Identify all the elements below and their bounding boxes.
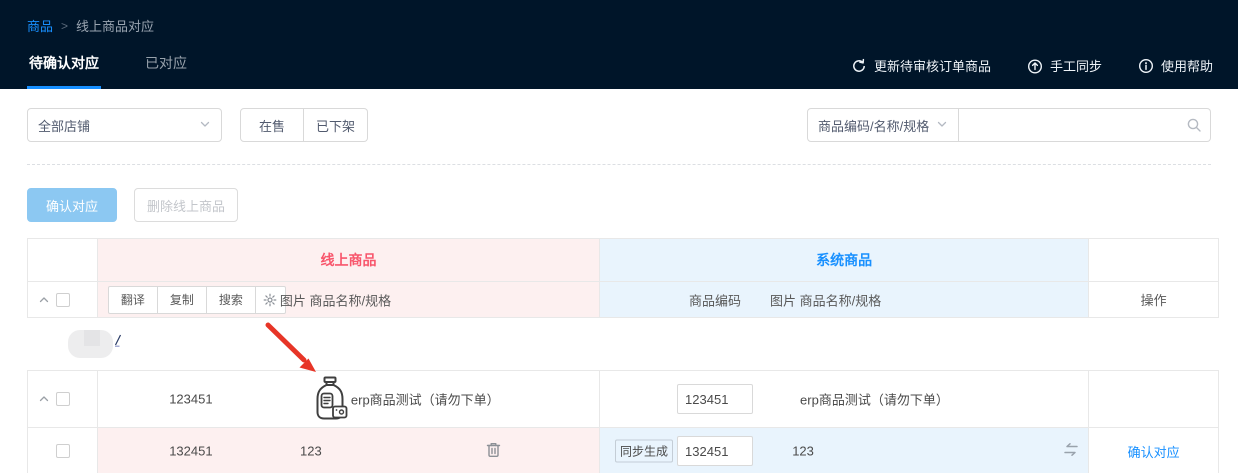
table-row: 123451 <box>28 371 1218 427</box>
search-icon[interactable] <box>1186 117 1202 136</box>
table-body: 123451 <box>27 370 1219 473</box>
search-area: 商品编码/名称/规格 <box>807 108 1211 142</box>
shop-name-fragment <box>113 334 123 351</box>
search-input[interactable] <box>959 108 1211 142</box>
system-product-name: erp商品测试（请勿下单） <box>800 390 949 409</box>
system-code-input[interactable] <box>677 436 753 466</box>
row1-operation-cell <box>1089 371 1218 427</box>
search-field-select[interactable]: 商品编码/名称/规格 <box>807 108 959 142</box>
breadcrumb-separator: > <box>61 19 68 33</box>
help-button[interactable]: 使用帮助 <box>1138 56 1213 75</box>
product-bottle-image-icon[interactable] <box>312 376 348 425</box>
operation-group-header <box>1089 239 1218 281</box>
chevron-down-icon <box>199 118 211 133</box>
collapse-caret-icon[interactable] <box>39 295 49 305</box>
online-product-group-header: 线上商品 <box>98 239 600 281</box>
table-row: 132451 123 同步生成 123 <box>28 427 1218 473</box>
system-product-name: 123 <box>763 444 843 459</box>
breadcrumb-current: 线上商品对应 <box>76 16 154 35</box>
shop-select[interactable]: 全部店铺 <box>27 108 222 142</box>
row2-checkbox[interactable] <box>56 444 70 458</box>
top-navbar: 商品 > 线上商品对应 待确认对应 已对应 更新待审核订单商品 <box>0 0 1238 89</box>
online-group-title: 线上商品 <box>98 239 599 281</box>
select-column-header <box>28 239 98 281</box>
system-code-label: 商品编码 <box>677 290 753 309</box>
row2-system-cell: 同步生成 123 <box>600 428 1089 473</box>
row1-checkbox[interactable] <box>56 392 70 406</box>
system-group-title: 系统商品 <box>600 239 1088 281</box>
confirm-mapping-button[interactable]: 确认对应 <box>27 188 117 222</box>
system-product-group-header: 系统商品 <box>600 239 1089 281</box>
online-product-code: 123451 <box>141 392 241 407</box>
operation-sub-header: 操作 <box>1089 282 1218 317</box>
shop-group-row <box>0 318 1238 370</box>
system-sub-header: 商品编码 图片 商品名称/规格 <box>600 282 1089 317</box>
refresh-icon <box>851 58 867 74</box>
operation-label: 操作 <box>1089 282 1218 317</box>
update-pending-label: 更新待审核订单商品 <box>874 56 991 75</box>
online-sub-header: 翻译 复制 搜索 图片 商品名称/规格 <box>98 282 600 317</box>
translate-button[interactable]: 翻译 <box>108 286 158 314</box>
system-code-input[interactable] <box>677 384 753 414</box>
breadcrumb: 商品 > 线上商品对应 <box>27 16 154 35</box>
table-header: 线上商品 系统商品 翻译 复制 搜索 <box>27 238 1219 318</box>
row2-online-cell: 132451 123 <box>98 428 600 473</box>
row1-system-cell: erp商品测试（请勿下单） <box>600 371 1089 427</box>
update-pending-order-products-button[interactable]: 更新待审核订单商品 <box>851 56 991 75</box>
chevron-down-icon <box>936 118 948 133</box>
sub-header-row: 翻译 复制 搜索 图片 商品名称/规格 商品编码 <box>28 281 1218 317</box>
filter-bar: 全部店铺 在售 已下架 商品编码/名称/规格 <box>0 89 1238 150</box>
select-all-cell <box>28 282 98 317</box>
row2-select-cell <box>28 428 98 473</box>
delete-trash-icon[interactable] <box>486 442 501 461</box>
info-icon <box>1138 58 1154 74</box>
confirm-mapping-link[interactable]: 确认对应 <box>1128 442 1180 461</box>
tab-bar: 待确认对应 已对应 <box>27 53 189 89</box>
row2-operation-cell: 确认对应 <box>1089 428 1218 473</box>
sync-generated-tag: 同步生成 <box>615 440 673 463</box>
online-product-code: 132451 <box>141 444 241 459</box>
collapse-caret-icon[interactable] <box>39 394 49 404</box>
tab-mapped[interactable]: 已对应 <box>143 53 189 89</box>
system-columns-label: 图片 商品名称/规格 <box>770 290 881 309</box>
shop-select-value: 全部店铺 <box>38 116 90 135</box>
manual-sync-label: 手工同步 <box>1050 56 1102 75</box>
search-tool-button[interactable]: 搜索 <box>207 286 256 314</box>
dashed-divider <box>27 164 1211 165</box>
search-input-wrap <box>959 108 1211 142</box>
off-shelf-button[interactable]: 已下架 <box>304 108 368 142</box>
topbar-actions: 更新待审核订单商品 手工同步 <box>851 56 1213 75</box>
redacted-shop-name <box>68 330 113 358</box>
upload-circle-icon <box>1027 58 1043 74</box>
row1-select-cell <box>28 371 98 427</box>
help-label: 使用帮助 <box>1161 56 1213 75</box>
group-header-row: 线上商品 系统商品 <box>28 239 1218 281</box>
tab-pending-mapping[interactable]: 待确认对应 <box>27 53 101 89</box>
manual-sync-button[interactable]: 手工同步 <box>1027 56 1102 75</box>
swap-sync-icon[interactable] <box>1062 442 1080 460</box>
copy-button[interactable]: 复制 <box>158 286 207 314</box>
online-columns-label: 图片 商品名称/规格 <box>280 290 391 309</box>
select-all-checkbox[interactable] <box>56 293 70 307</box>
search-field-select-value: 商品编码/名称/规格 <box>818 116 929 135</box>
status-filter-group: 在售 已下架 <box>240 108 368 142</box>
online-product-name: erp商品测试（请勿下单） <box>351 390 500 409</box>
delete-online-product-button[interactable]: 删除线上商品 <box>134 188 238 222</box>
online-product-mapping-page: 商品 > 线上商品对应 待确认对应 已对应 更新待审核订单商品 <box>0 0 1238 473</box>
bulk-action-row: 确认对应 删除线上商品 <box>27 188 238 222</box>
breadcrumb-root[interactable]: 商品 <box>27 16 53 35</box>
redacted-shop-name-patch <box>84 330 100 346</box>
row1-online-cell: 123451 <box>98 371 600 427</box>
on-sale-button[interactable]: 在售 <box>240 108 304 142</box>
online-product-name: 123 <box>261 444 361 459</box>
online-toolbar: 翻译 复制 搜索 <box>108 286 286 314</box>
